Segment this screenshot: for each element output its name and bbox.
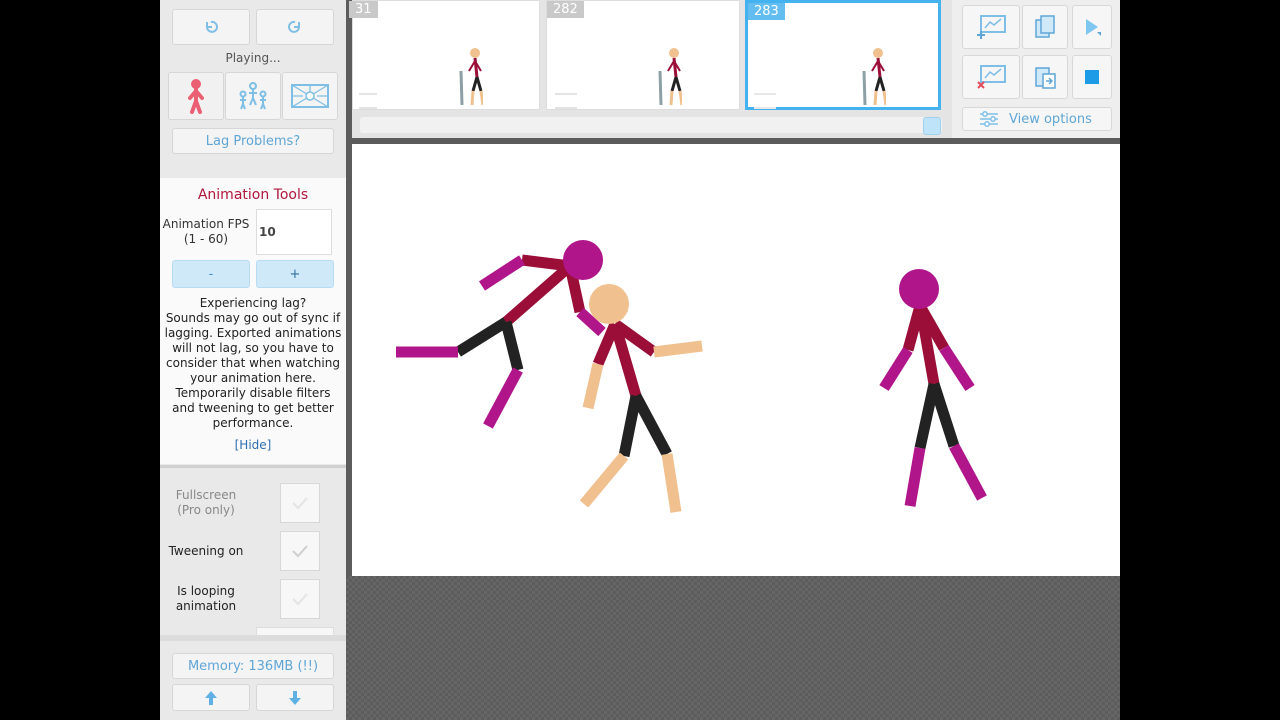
view-options-button[interactable]: View options (962, 107, 1112, 131)
fullscreen-checkbox[interactable] (280, 483, 320, 523)
hide-link[interactable]: [Hide] (160, 438, 346, 452)
checkmark-icon (292, 545, 308, 558)
view-options-label: View options (1009, 111, 1092, 127)
play-button[interactable] (1072, 5, 1112, 49)
add-frame-icon (977, 15, 1006, 39)
copy-frame-icon (1035, 15, 1055, 38)
group-figures-icon (239, 82, 267, 110)
left-sidebar: Playing... Lag Problems? Animation Tools… (160, 0, 346, 720)
playback-status: Playing... (225, 51, 281, 65)
divider (160, 635, 346, 641)
stickfigure-defender[interactable] (579, 284, 703, 513)
background-icon (291, 84, 329, 108)
plus-label: + (289, 266, 301, 282)
undo-icon (206, 20, 218, 33)
paste-frame-button[interactable] (1022, 55, 1068, 99)
memory-indicator[interactable]: Memory: 136MB (!!) (172, 653, 334, 679)
frame-controls: View options (952, 0, 1120, 138)
fps-value: 10 (259, 225, 276, 239)
looping-checkbox[interactable] (280, 579, 320, 619)
stop-button[interactable] (1072, 55, 1112, 99)
stage (396, 240, 987, 513)
undo-button[interactable] (172, 9, 250, 45)
frame-number: 31 (349, 1, 378, 18)
stickfigure-icon (188, 79, 204, 114)
frame-thumbnail-selected[interactable]: 283 (745, 0, 941, 110)
layer-up-button[interactable] (172, 684, 250, 711)
timeline-scrollbar[interactable] (360, 117, 942, 135)
paste-frame-icon (1035, 67, 1056, 89)
fullscreen-label-line2: (Pro only) (177, 503, 235, 517)
settings-sliders-icon (980, 111, 998, 127)
down-arrow-icon (289, 690, 301, 705)
stickfigure-attacker[interactable] (396, 240, 606, 429)
fps-decrease-button[interactable]: - (172, 260, 250, 288)
up-arrow-icon (205, 690, 217, 705)
layer-down-button[interactable] (256, 684, 334, 711)
copy-frame-button[interactable] (1022, 5, 1068, 49)
scrollbar-thumb[interactable] (923, 117, 941, 135)
frame-preview (862, 48, 886, 106)
frame-preview (658, 48, 682, 106)
tweening-checkbox[interactable] (280, 531, 320, 571)
checkmark-icon (292, 497, 308, 510)
lag-info-text: Experiencing lag? Sounds may go out of s… (164, 296, 342, 430)
fps-label-line2: (1 - 60) (183, 232, 229, 246)
frame-preview (459, 48, 483, 106)
frame-menu-icon[interactable] (754, 93, 776, 109)
animation-tools-panel: Animation Tools Animation FPS (1 - 60) 1… (160, 178, 346, 464)
fps-label-line1: Animation FPS (162, 217, 250, 231)
frame-menu-icon[interactable] (555, 93, 577, 109)
frame-thumbnail[interactable]: 31 (349, 0, 540, 110)
workspace-background (346, 576, 1120, 720)
tweening-label: Tweening on (168, 544, 244, 558)
frame-number: 282 (547, 1, 584, 18)
memory-label: Memory: 136MB (!!) (187, 658, 319, 674)
minus-label: - (208, 266, 214, 282)
frame-number: 283 (748, 3, 785, 20)
animation-canvas[interactable] (352, 144, 1120, 576)
checkmark-icon (292, 593, 308, 606)
tools-title: Animation Tools (197, 187, 309, 203)
divider (160, 465, 346, 468)
lag-problems-button[interactable]: Lag Problems? (172, 128, 334, 154)
play-icon (1086, 19, 1101, 36)
stickfigure-standing[interactable] (879, 269, 987, 507)
looping-label-line2: animation (175, 599, 237, 613)
background-tool-button[interactable] (282, 72, 338, 120)
redo-icon (288, 20, 300, 33)
delete-frame-icon (977, 65, 1006, 89)
group-figures-button[interactable] (225, 72, 281, 120)
fps-increase-button[interactable]: + (256, 260, 334, 288)
redo-button[interactable] (256, 9, 334, 45)
frame-menu-icon[interactable] (359, 93, 377, 109)
frame-thumbnail[interactable]: 282 (546, 0, 740, 110)
delete-frame-button[interactable] (962, 55, 1020, 99)
lag-problems-label: Lag Problems? (205, 133, 301, 149)
stickfigure-tool-button[interactable] (168, 72, 224, 120)
looping-label-line1: Is looping (177, 584, 235, 598)
stop-icon (1085, 70, 1099, 84)
add-frame-button[interactable] (962, 5, 1020, 49)
fullscreen-label-line1: Fullscreen (175, 488, 237, 502)
fps-input[interactable]: 10 (256, 209, 332, 255)
